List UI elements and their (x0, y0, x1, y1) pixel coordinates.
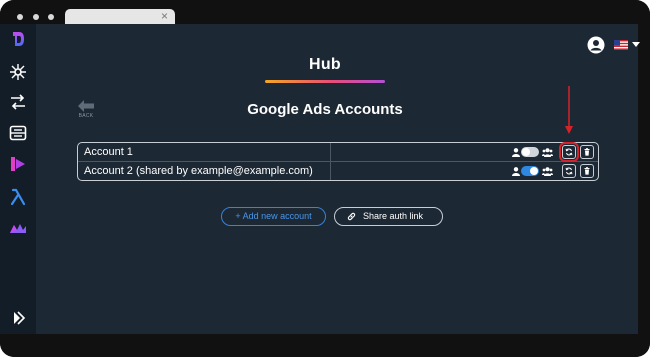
refresh-icon (565, 167, 573, 175)
app-window: × Hub BACK Google Ads Accounts Account 1… (0, 0, 650, 357)
share-toggle[interactable] (521, 166, 539, 176)
account-name: Account 2 (shared by example@example.com… (84, 165, 313, 177)
refresh-button[interactable] (562, 164, 576, 178)
trash-icon (584, 167, 590, 175)
lambda-icon[interactable] (8, 187, 28, 207)
share-toggle[interactable] (521, 147, 539, 157)
group-icon (542, 148, 553, 157)
page-title: Hub (308, 56, 341, 73)
user-avatar-icon[interactable] (587, 36, 605, 54)
group-icon (542, 167, 553, 176)
make-icon[interactable] (8, 218, 28, 238)
expand-icon[interactable] (8, 308, 28, 328)
window-dot-icon (17, 14, 23, 20)
network-icon[interactable] (8, 62, 28, 82)
window-bottom-border (0, 334, 650, 357)
us-flag-icon[interactable] (614, 40, 628, 50)
delete-button[interactable] (580, 145, 594, 159)
toggle-knob (530, 167, 538, 175)
browser-chrome: × (0, 0, 650, 24)
window-dot-icon (48, 14, 54, 20)
share-auth-link-button[interactable]: Share auth link (334, 207, 443, 226)
toggle-knob (522, 148, 530, 156)
account-name: Account 1 (84, 146, 133, 158)
chevron-down-icon[interactable] (632, 42, 640, 47)
table-row: Account 2 (shared by example@example.com… (78, 162, 598, 181)
link-icon (347, 212, 356, 221)
refresh-button[interactable] (559, 142, 579, 162)
logo-icon[interactable] (8, 29, 28, 49)
close-icon[interactable]: × (161, 9, 168, 24)
dashboard-icon[interactable] (8, 123, 28, 143)
main-content: Hub BACK Google Ads Accounts Account 1 A… (36, 24, 640, 334)
trash-icon (584, 148, 590, 156)
table-row: Account 1 (78, 142, 598, 162)
share-auth-link-label: Share auth link (363, 211, 424, 221)
delete-button[interactable] (580, 164, 594, 178)
accounts-table: Account 1 Account 2 (shared by example@e… (77, 142, 599, 181)
sidebar (0, 24, 36, 334)
browser-tab[interactable]: × (65, 9, 175, 24)
power-bi-icon[interactable] (8, 154, 28, 174)
person-icon (512, 148, 520, 157)
add-account-button[interactable]: + Add new account (221, 207, 326, 226)
person-icon (512, 167, 520, 176)
section-title: Google Ads Accounts (247, 101, 403, 118)
title-underline (265, 80, 385, 83)
flow-arrows-icon[interactable] (8, 92, 28, 112)
annotation-arrow-icon (565, 86, 573, 134)
window-dot-icon (33, 14, 39, 20)
refresh-icon (565, 148, 573, 156)
